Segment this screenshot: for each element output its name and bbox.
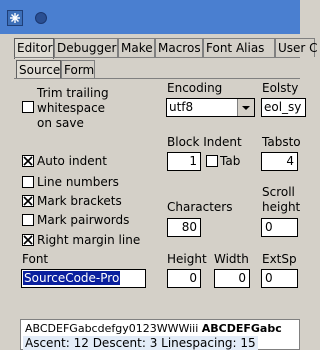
trim-whitespace-checkbox[interactable]	[22, 101, 34, 113]
trim-label-line2: whitespace	[37, 101, 106, 115]
encoding-value: utf8	[169, 100, 194, 114]
scroll-height-input[interactable]: 0	[261, 218, 298, 237]
trim-label-line3: on save	[37, 116, 84, 130]
tab-debugger[interactable]: Debugger	[54, 38, 118, 57]
height-label: Height	[167, 252, 207, 266]
encoding-select[interactable]: utf8	[166, 98, 255, 117]
tabstop-label: Tabsto	[262, 135, 301, 149]
height-input[interactable]: 0	[167, 269, 201, 288]
extsp-label: ExtSp	[262, 252, 297, 266]
tabstop-input[interactable]: 4	[261, 152, 298, 171]
check-x-icon	[23, 196, 33, 206]
tab-macros[interactable]: Macros	[155, 38, 203, 57]
window-menu-button[interactable]	[35, 12, 47, 24]
line-numbers-label: Line numbers	[37, 175, 119, 189]
tab-user[interactable]: User C	[275, 38, 318, 57]
eol-style-select[interactable]: eol_sy	[261, 98, 306, 117]
app-snowflake-icon[interactable]	[7, 10, 23, 26]
auto-indent-checkbox[interactable]	[22, 155, 34, 167]
font-label: Font	[22, 252, 49, 266]
right-margin-checkbox[interactable]	[22, 234, 34, 246]
mark-pairwords-checkbox[interactable]	[22, 214, 34, 226]
mark-brackets-checkbox[interactable]	[22, 195, 34, 207]
right-margin-label: Right margin line	[37, 233, 141, 247]
encoding-label: Encoding	[167, 81, 223, 95]
block-indent-input[interactable]: 1	[167, 152, 201, 171]
tab-divider	[14, 57, 300, 58]
eol-style-label: Eolsty	[262, 81, 299, 95]
scroll-label-line1: Scroll	[262, 185, 295, 199]
tab-label: Tab	[220, 154, 241, 168]
line-numbers-checkbox[interactable]	[22, 176, 34, 188]
check-x-icon	[23, 235, 33, 245]
characters-label: Characters	[167, 200, 233, 214]
tab-make[interactable]: Make	[118, 38, 155, 57]
auto-indent-label: Auto indent	[37, 154, 107, 168]
scroll-label-line2: height	[262, 200, 301, 214]
preview-sample-line: ABCDEFGabcdefgy0123WWWiii ABCDEFGabc	[25, 322, 282, 336]
subtab-source[interactable]: Source	[16, 60, 61, 79]
dropdown-arrow-icon[interactable]	[237, 99, 254, 116]
mark-brackets-label: Mark brackets	[37, 194, 122, 208]
preview-regular-text: ABCDEFGabcdefgy0123WWWiii	[25, 322, 202, 335]
check-x-icon	[23, 156, 33, 166]
width-label: Width	[214, 252, 249, 266]
trim-label-line1: Trim trailing	[37, 86, 109, 100]
characters-input[interactable]: 80	[167, 218, 201, 237]
font-input[interactable]: SourceCode-Pro	[21, 269, 146, 288]
preview-metrics: Ascent: 12 Descent: 3 Linespacing: 15	[23, 336, 258, 350]
tab-font-alias[interactable]: Font Alias	[203, 38, 275, 57]
preview-bold-text: ABCDEFGabc	[201, 322, 282, 335]
tab-editor[interactable]: Editor	[14, 38, 54, 59]
font-value: SourceCode-Pro	[23, 271, 121, 285]
tab-checkbox[interactable]	[206, 155, 218, 167]
block-indent-label: Block Indent	[167, 135, 242, 149]
mark-pairwords-label: Mark pairwords	[37, 213, 130, 227]
extsp-input[interactable]: 0	[261, 269, 298, 288]
width-input[interactable]: 0	[214, 269, 250, 288]
subtab-form[interactable]: Form	[61, 60, 95, 78]
preview-box: ABCDEFGabcdefgy0123WWWiii ABCDEFGabc Asc…	[20, 319, 300, 350]
